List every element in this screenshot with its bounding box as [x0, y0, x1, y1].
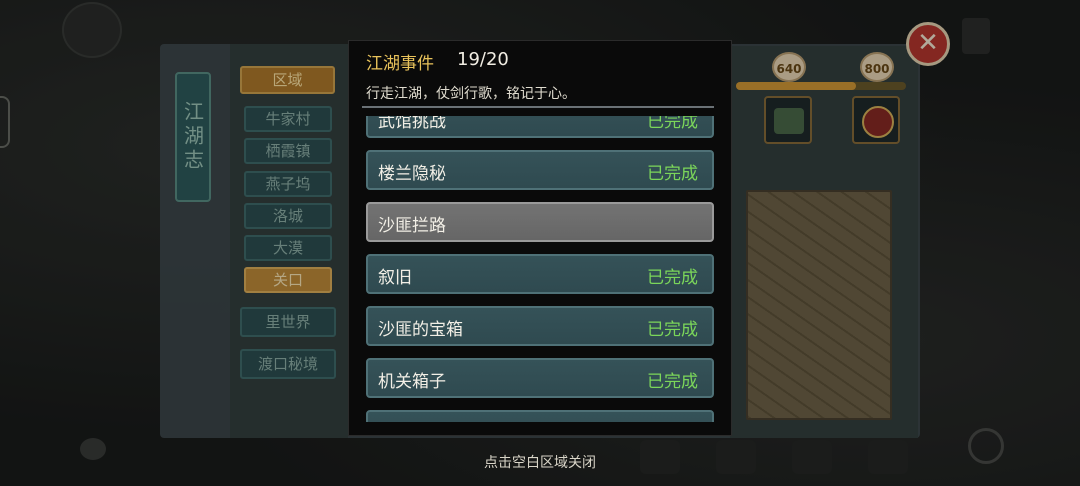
event-name: 楼兰隐秘	[378, 164, 446, 184]
event-name: 沙匪的宝箱	[378, 320, 463, 340]
event-row[interactable]: 沙匪的宝箱 已完成	[366, 306, 714, 346]
event-row[interactable]	[366, 410, 714, 422]
divider	[362, 106, 714, 108]
event-row-pending[interactable]: 沙匪拦路	[366, 202, 714, 242]
event-row[interactable]: 楼兰隐秘 已完成	[366, 150, 714, 190]
close-hint: 点击空白区域关闭	[484, 455, 596, 471]
event-name: 沙匪拦路	[378, 216, 446, 236]
event-row[interactable]: 武馆挑战 已完成	[366, 116, 714, 138]
event-list[interactable]: 武馆挑战 已完成 楼兰隐秘 已完成 沙匪拦路 叙旧 已完成 沙匪的宝箱 已完成 …	[362, 116, 718, 422]
event-row[interactable]: 叙旧 已完成	[366, 254, 714, 294]
modal-description: 行走江湖，仗剑行歌，铭记于心。	[366, 86, 576, 102]
event-status: 已完成	[647, 320, 698, 340]
event-name: 叙旧	[378, 268, 412, 288]
modal-title: 江湖事件	[366, 54, 434, 74]
event-status: 已完成	[647, 164, 698, 184]
event-row[interactable]: 机关箱子 已完成	[366, 358, 714, 398]
event-status: 已完成	[647, 372, 698, 392]
event-status: 已完成	[647, 116, 698, 132]
event-count: 19/20	[457, 49, 509, 70]
event-name: 机关箱子	[378, 372, 446, 392]
event-status: 已完成	[647, 268, 698, 288]
event-name: 武馆挑战	[378, 116, 446, 132]
